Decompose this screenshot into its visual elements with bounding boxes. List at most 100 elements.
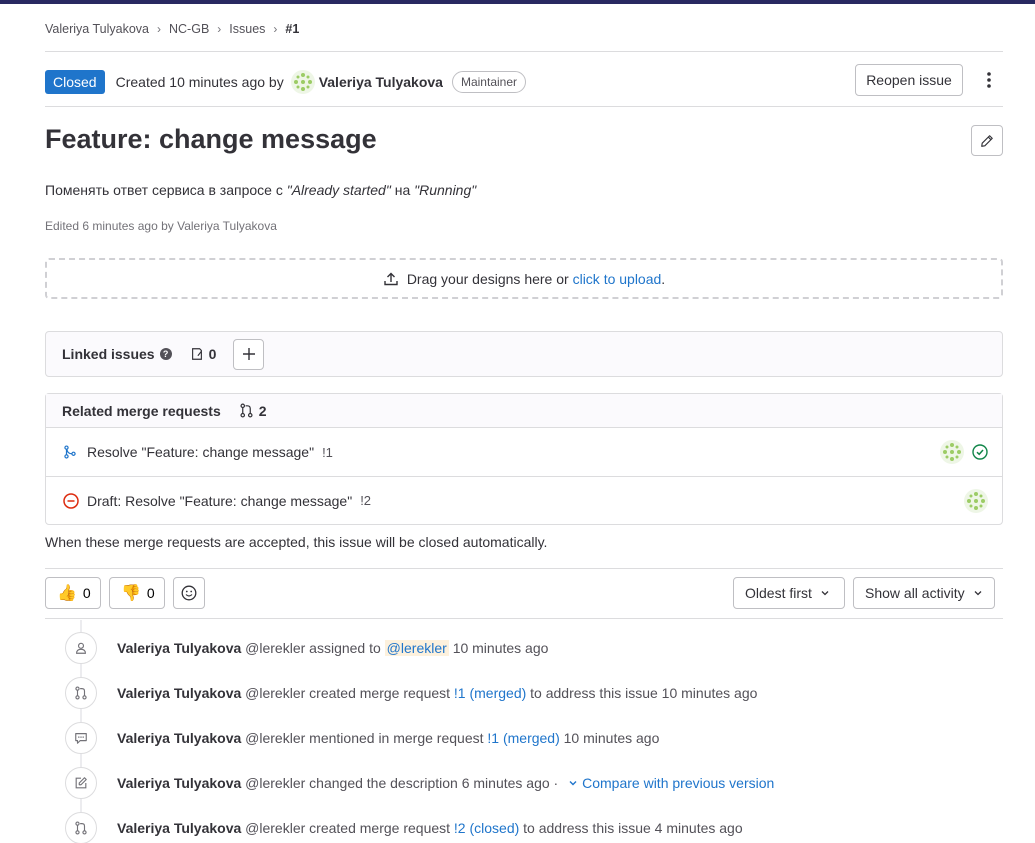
add-reaction-button[interactable] — [173, 577, 205, 609]
timeline-time: 10 minutes ago — [452, 640, 549, 656]
merge-request-ref: !2 — [360, 493, 372, 508]
smiley-icon — [181, 585, 197, 601]
timeline-text: Valeriya Tulyakova @lerekler changed the… — [117, 775, 774, 791]
edited-note: Edited 6 minutes ago by Valeriya Tulyako… — [45, 219, 277, 233]
add-linked-issue-button[interactable] — [233, 338, 265, 370]
timeline-handle: @lerekler — [245, 685, 306, 701]
activity-filter-dropdown[interactable]: Show all activity — [853, 577, 995, 609]
timeline-author[interactable]: Valeriya Tulyakova — [117, 640, 241, 656]
thumbs-down-count: 0 — [146, 585, 155, 601]
timeline-action: changed the description 6 minutes ago · — [309, 775, 559, 791]
issues-icon — [191, 348, 202, 360]
more-actions-icon[interactable] — [975, 66, 1003, 94]
avatar[interactable] — [964, 489, 988, 516]
divider — [45, 51, 1003, 52]
timeline-author[interactable]: Valeriya Tulyakova — [117, 685, 241, 701]
related-mrs-label: Related merge requests — [62, 402, 221, 419]
thumbs-up-count: 0 — [82, 585, 91, 601]
merged-icon — [63, 444, 79, 460]
merge-request-link[interactable]: !2 (closed) — [454, 820, 519, 836]
merge-request-icon — [65, 812, 97, 843]
user-mention[interactable]: @lerekler — [384, 640, 449, 656]
timeline-handle: @lerekler — [245, 640, 306, 656]
question-icon[interactable]: ? — [159, 348, 172, 360]
timeline-time: to address this issue 10 minutes ago — [530, 685, 758, 701]
breadcrumb-item-user[interactable]: Valeriya Tulyakova — [45, 22, 149, 36]
upload-text: Drag your designs here or — [406, 270, 573, 287]
linked-issues-count: 0 — [190, 346, 217, 362]
timeline-handle: @lerekler — [245, 775, 306, 791]
upload-suffix: . — [661, 270, 666, 287]
timeline-action: assigned to — [309, 640, 381, 656]
compare-versions-link[interactable]: Compare with previous version — [582, 775, 774, 791]
reactions-bar: 👍 0 👎 0 Oldest first Show all activity — [45, 577, 1003, 609]
merge-request-row[interactable]: Resolve "Feature: change message" !1 — [46, 428, 1002, 476]
chevron-down-icon — [974, 591, 982, 596]
upload-link[interactable]: click to upload — [573, 271, 662, 287]
author-name[interactable]: Valeriya Tulyakova — [319, 74, 443, 90]
merge-request-link[interactable]: !1 (merged) — [454, 685, 526, 701]
timeline-item: Valeriya Tulyakova @lerekler assigned to… — [45, 632, 1003, 664]
breadcrumb-item-issues[interactable]: Issues — [229, 22, 265, 36]
avatar[interactable] — [940, 440, 964, 467]
breadcrumb: Valeriya Tulyakova › NC-GB › Issues › #1 — [45, 20, 299, 38]
merge-request-icon — [240, 403, 253, 418]
status-badge: Closed — [45, 70, 105, 94]
merge-request-title[interactable]: Resolve "Feature: change message" — [87, 444, 314, 460]
pipeline-passed-icon[interactable] — [972, 444, 988, 463]
related-mrs-header: Related merge requests 2 — [46, 394, 1002, 428]
merge-request-ref: !1 — [322, 444, 333, 460]
created-text: Created 10 minutes ago by — [115, 74, 284, 90]
chevron-right-icon: › — [273, 22, 278, 36]
issue-header: Closed Created 10 minutes ago by Valeriy… — [45, 64, 1003, 96]
merge-request-icon — [65, 677, 97, 709]
chevron-right-icon: › — [157, 22, 161, 36]
timeline-time: to address this issue 4 minutes ago — [523, 820, 743, 836]
design-upload-dropzone[interactable]: Drag your designs here or click to uploa… — [45, 258, 1003, 299]
timeline-action: mentioned in merge request — [309, 730, 484, 746]
timeline-author[interactable]: Valeriya Tulyakova — [117, 820, 241, 836]
linked-issues-label: Linked issues — [62, 346, 155, 362]
timeline-text: Valeriya Tulyakova @lerekler created mer… — [117, 685, 757, 701]
top-navigation-bar — [0, 0, 1035, 4]
edit-title-button[interactable] — [971, 125, 1003, 156]
issue-title: Feature: change message — [45, 124, 377, 154]
timeline-time: 10 minutes ago — [563, 730, 660, 746]
timeline-text: Valeriya Tulyakova @lerekler assigned to… — [117, 640, 548, 656]
timeline-item: Valeriya Tulyakova @lerekler created mer… — [45, 677, 1003, 709]
chevron-down-icon — [821, 591, 829, 596]
thumbs-up-button[interactable]: 👍 0 — [45, 577, 101, 609]
sort-order-dropdown[interactable]: Oldest first — [733, 577, 845, 609]
reopen-issue-button[interactable]: Reopen issue — [855, 64, 963, 96]
timeline-text: Valeriya Tulyakova @lerekler mentioned i… — [117, 730, 659, 746]
linked-issues-count-value: 0 — [208, 346, 217, 362]
sort-order-label: Oldest first — [745, 585, 812, 601]
description-text: на — [390, 182, 415, 198]
timeline-author[interactable]: Valeriya Tulyakova — [117, 775, 241, 791]
plus-icon — [242, 348, 255, 360]
linked-issues-panel: Linked issues ? 0 — [45, 331, 1003, 377]
merge-request-row[interactable]: Draft: Resolve "Feature: change message"… — [46, 476, 1002, 524]
upload-icon — [384, 272, 398, 285]
description-quote: "Running" — [414, 182, 477, 198]
thumbs-down-button[interactable]: 👎 0 — [109, 577, 165, 609]
timeline-handle: @lerekler — [245, 820, 306, 836]
related-mrs-count-value: 2 — [258, 402, 267, 419]
chevron-down-icon[interactable] — [568, 778, 578, 788]
auto-close-note: When these merge requests are accepted, … — [45, 534, 548, 550]
divider — [45, 568, 1003, 569]
timeline-item: Valeriya Tulyakova @lerekler mentioned i… — [45, 722, 1003, 754]
pencil-square-icon — [65, 767, 97, 799]
merge-request-link[interactable]: !1 (merged) — [487, 730, 559, 746]
thumbs-down-icon: 👎 — [121, 585, 141, 602]
description-text: Поменять ответ сервиса в запросе с — [45, 182, 287, 198]
breadcrumb-item-current[interactable]: #1 — [285, 22, 299, 36]
user-icon — [65, 632, 97, 664]
timeline-author[interactable]: Valeriya Tulyakova — [117, 730, 241, 746]
merge-request-title[interactable]: Draft: Resolve "Feature: change message" — [87, 493, 352, 509]
breadcrumb-item-project[interactable]: NC-GB — [169, 22, 209, 36]
timeline-action: created merge request — [309, 685, 451, 701]
related-mrs-count: 2 — [239, 403, 267, 419]
avatar[interactable] — [290, 70, 315, 94]
timeline-text: Valeriya Tulyakova @lerekler created mer… — [117, 820, 743, 836]
